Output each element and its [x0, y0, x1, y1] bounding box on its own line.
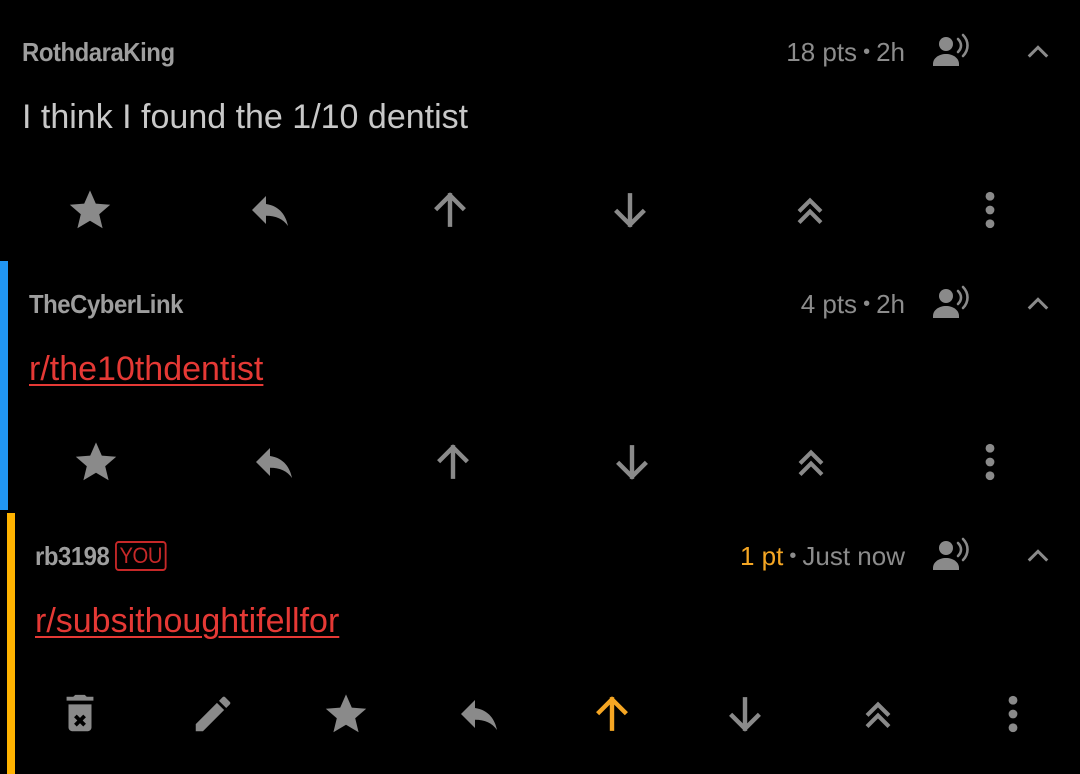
collapse-thread-button[interactable] [783, 434, 839, 490]
upvote-icon [590, 692, 634, 736]
star-icon [66, 186, 114, 234]
subreddit-link[interactable]: r/subsithoughtifellfor [35, 602, 339, 641]
comment-points: 4 pts [800, 289, 858, 319]
collapse-thread-button[interactable] [850, 686, 906, 742]
more-options-button[interactable] [985, 686, 1041, 742]
star-icon [322, 690, 370, 738]
comment-time: Just now [802, 541, 905, 571]
speak-icon[interactable] [932, 285, 974, 321]
reply-icon [250, 438, 298, 486]
collapse-thread-icon [791, 191, 829, 229]
more-options-icon [968, 440, 1012, 484]
save-button[interactable] [318, 686, 374, 742]
downvote-icon [723, 692, 767, 736]
edit-button[interactable] [185, 686, 241, 742]
reply-button[interactable] [242, 182, 298, 238]
comment-points: 18 pts [786, 37, 858, 67]
thread-depth-bar [7, 513, 15, 774]
star-icon [72, 438, 120, 486]
comment-meta: 4 pts • 2h [801, 289, 905, 320]
reply-icon [455, 690, 503, 738]
meta-separator: • [863, 41, 871, 63]
comment-meta: 1 pt • Just now [740, 541, 905, 572]
save-button[interactable] [62, 182, 118, 238]
comment-author: rb3198 YOU [35, 541, 167, 572]
edit-icon [190, 691, 236, 737]
collapse-comment-icon[interactable] [1024, 542, 1052, 570]
collapse-thread-button[interactable] [782, 182, 838, 238]
upvote-icon [431, 440, 475, 484]
reply-icon [246, 186, 294, 234]
upvote-button[interactable] [422, 182, 478, 238]
speak-icon[interactable] [932, 537, 974, 573]
downvote-icon [610, 440, 654, 484]
thread-depth-bar [0, 261, 8, 510]
comment-body: I think I found the 1/10 dentist [22, 98, 469, 136]
downvote-icon [608, 188, 652, 232]
downvote-button[interactable] [717, 686, 773, 742]
delete-button[interactable] [52, 686, 108, 742]
collapse-comment-icon[interactable] [1024, 290, 1052, 318]
comment-author[interactable]: TheCyberLink [29, 289, 183, 320]
downvote-button[interactable] [604, 434, 660, 490]
meta-separator: • [789, 545, 797, 567]
comment-meta: 18 pts • 2h [786, 37, 905, 68]
collapse-thread-icon [859, 695, 897, 733]
delete-icon [57, 691, 103, 737]
save-button[interactable] [68, 434, 124, 490]
collapse-thread-icon [792, 443, 830, 481]
reply-button[interactable] [246, 434, 302, 490]
comment-rothdaraking: RothdaraKing 18 pts • 2h I think I found t… [0, 0, 1080, 258]
author-name[interactable]: rb3198 [35, 541, 110, 571]
collapse-comment-icon[interactable] [1024, 38, 1052, 66]
upvote-button[interactable] [425, 434, 481, 490]
upvote-icon [428, 188, 472, 232]
meta-separator: • [863, 293, 871, 315]
subreddit-link[interactable]: r/the10thdentist [29, 350, 263, 389]
comment-time: 2h [876, 37, 905, 67]
more-options-button[interactable] [962, 434, 1018, 490]
reply-button[interactable] [451, 686, 507, 742]
comment-author[interactable]: RothdaraKing [22, 37, 175, 68]
upvote-button[interactable] [584, 686, 640, 742]
comment-points: 1 pt [740, 541, 784, 571]
more-options-icon [968, 188, 1012, 232]
comment-thecyberlink: TheCyberLink 4 pts • 2h r/the10thdentist [0, 261, 1080, 510]
comment-rb3198: rb3198 YOU 1 pt • Just now r/subsithoughtif… [0, 513, 1080, 774]
comment-time: 2h [876, 289, 905, 319]
more-options-button[interactable] [962, 182, 1018, 238]
downvote-button[interactable] [602, 182, 658, 238]
speak-icon[interactable] [932, 33, 974, 69]
more-options-icon [991, 692, 1035, 736]
you-badge: YOU [114, 541, 167, 571]
